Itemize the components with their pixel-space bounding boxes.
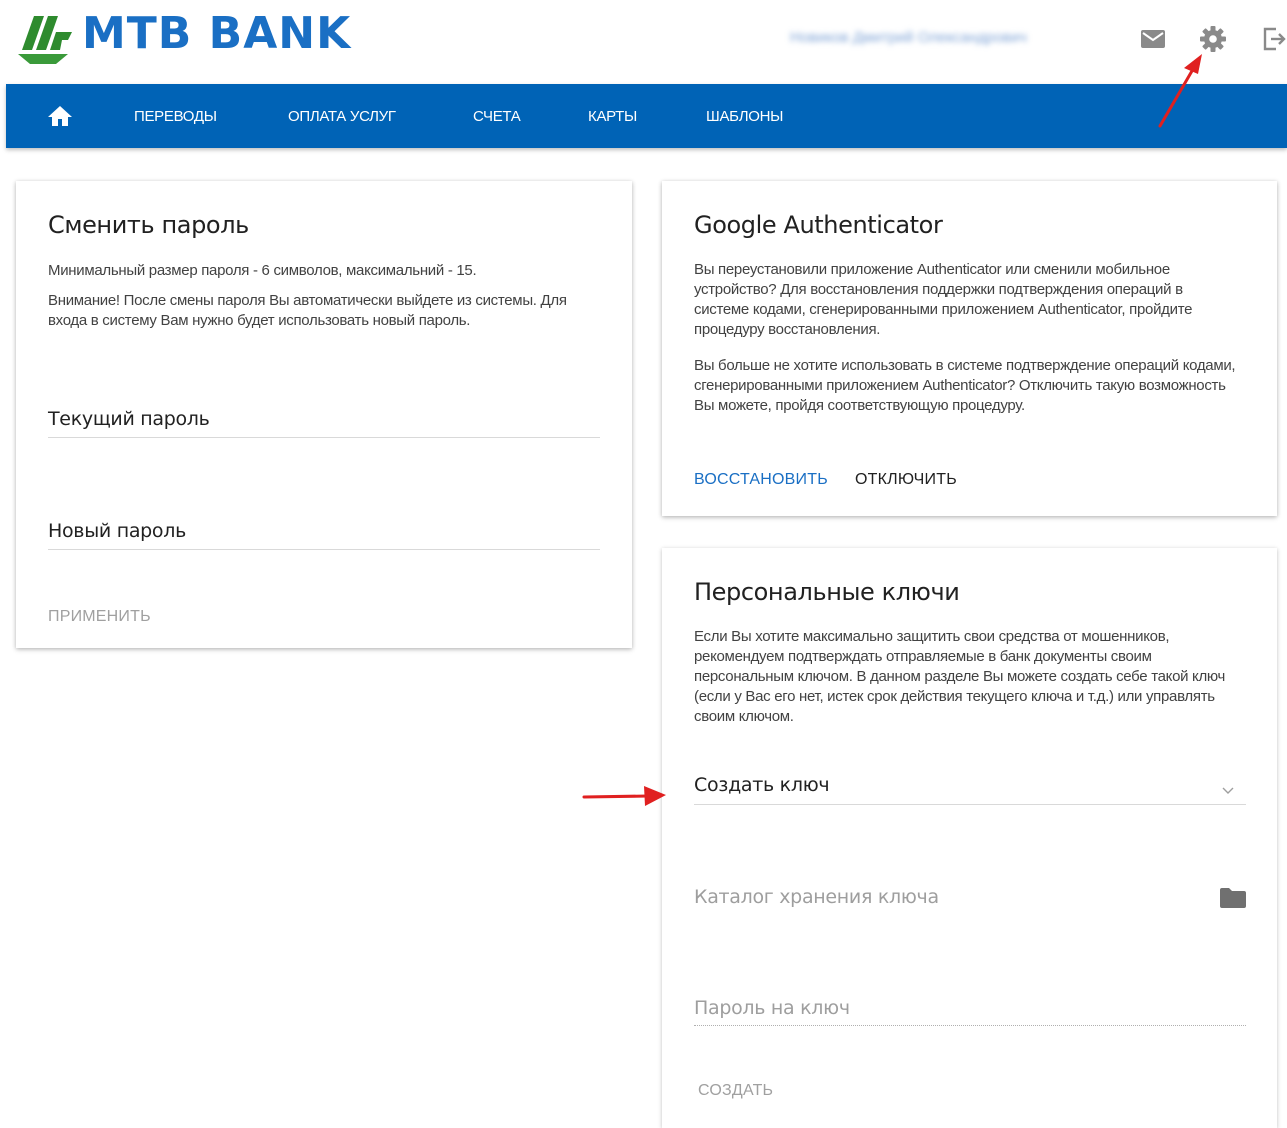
nav-templates[interactable]: ШАБЛОНЫ [706, 84, 783, 148]
personal-keys-description: Если Вы хотите максимально защитить свои… [694, 628, 1226, 725]
folder-icon[interactable] [1220, 888, 1246, 913]
bank-logo[interactable]: MTB BANK [16, 10, 351, 66]
apply-button[interactable]: ПРИМЕНИТЬ [48, 608, 151, 626]
mail-icon[interactable] [1138, 24, 1168, 54]
key-password-field[interactable]: Пароль на ключ [694, 997, 850, 1019]
main-nav: ПЕРЕВОДЫ ОПЛАТА УСЛУГ СЧЕТА КАРТЫ ШАБЛОН… [6, 84, 1287, 148]
bank-name: MTB BANK [82, 8, 352, 59]
google-auth-disable-text: Вы больше не хотите использовать в систе… [694, 357, 1236, 414]
key-action-selected-value: Создать ключ [694, 774, 830, 796]
key-catalog-field[interactable]: Каталог хранения ключа [694, 886, 939, 908]
top-bar: MTB BANK Новиков Дмитрий Олександрович [0, 0, 1287, 84]
home-icon[interactable] [46, 104, 74, 128]
user-name[interactable]: Новиков Дмитрий Олександрович [790, 29, 1120, 51]
current-password-underline [48, 437, 600, 438]
bank-logo-mark [18, 16, 72, 64]
change-password-title: Сменить пароль [48, 211, 249, 239]
new-password-field[interactable]: Новый пароль [48, 520, 186, 542]
google-authenticator-card: Google Authenticator Вы переустановили п… [662, 181, 1277, 516]
gear-icon[interactable] [1198, 24, 1228, 54]
chevron-down-icon [1222, 782, 1234, 800]
change-password-card: Сменить пароль Минимальный размер пароля… [16, 181, 632, 648]
restore-button[interactable]: ВОССТАНОВИТЬ [694, 471, 828, 489]
key-password-underline [694, 1025, 1246, 1026]
google-auth-restore-text: Вы переустановили приложение Authenticat… [694, 261, 1193, 338]
password-length-note: Минимальный размер пароля - 6 символов, … [48, 262, 477, 279]
disable-button[interactable]: ОТКЛЮЧИТЬ [855, 471, 957, 489]
nav-transfers[interactable]: ПЕРЕВОДЫ [134, 84, 217, 148]
google-auth-title: Google Authenticator [694, 211, 943, 239]
annotation-arrow-create-key [582, 786, 666, 806]
nav-payments[interactable]: ОПЛАТА УСЛУГ [288, 84, 396, 148]
personal-keys-title: Персональные ключи [694, 578, 960, 606]
personal-keys-card: Персональные ключи Если Вы хотите максим… [662, 548, 1277, 1128]
new-password-underline [48, 549, 600, 550]
key-action-underline [694, 804, 1246, 805]
key-action-select[interactable]: Создать ключ [694, 774, 1246, 804]
nav-accounts[interactable]: СЧЕТА [473, 84, 521, 148]
current-password-field[interactable]: Текущий пароль [48, 408, 210, 430]
password-logout-warning: Внимание! После смены пароля Вы автомати… [48, 292, 567, 329]
logout-icon[interactable] [1260, 24, 1287, 54]
create-button[interactable]: СОЗДАТЬ [698, 1082, 773, 1100]
nav-cards[interactable]: КАРТЫ [588, 84, 637, 148]
